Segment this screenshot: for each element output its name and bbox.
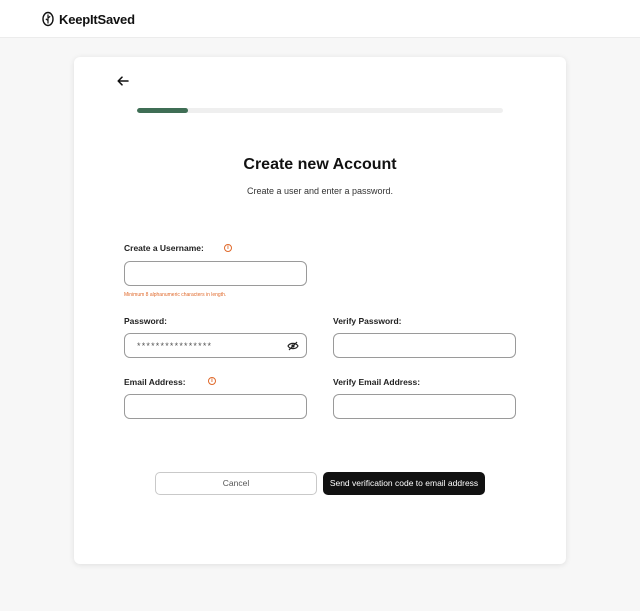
eye-slash-icon[interactable] [287, 341, 299, 351]
arrow-left-icon [117, 76, 129, 86]
password-label: Password: [124, 316, 167, 326]
progress-bar [137, 108, 503, 113]
password-field[interactable] [124, 333, 307, 358]
send-verification-button[interactable]: Send verification code to email address [323, 472, 485, 495]
verify-email-field[interactable] [333, 394, 516, 419]
cancel-button[interactable]: Cancel [155, 472, 317, 495]
verify-password-label: Verify Password: [333, 316, 402, 326]
email-input[interactable] [125, 395, 306, 418]
page-title: Create new Account [243, 156, 397, 173]
app-name: KeepItSaved [59, 11, 135, 27]
verify-password-input[interactable] [334, 334, 515, 357]
info-icon[interactable]: i [224, 244, 232, 252]
username-input[interactable] [125, 262, 306, 285]
back-button[interactable] [114, 73, 132, 89]
verify-email-input[interactable] [334, 395, 515, 418]
email-label: Email Address: [124, 377, 186, 387]
username-hint: Minimum 8 alphanumeric characters in len… [124, 292, 227, 298]
verify-password-field[interactable] [333, 333, 516, 358]
brand[interactable]: KeepItSaved [42, 11, 135, 27]
username-label: Create a Username: [124, 243, 204, 253]
info-icon[interactable]: i [208, 377, 216, 385]
username-field[interactable] [124, 261, 307, 286]
verify-email-label: Verify Email Address: [333, 377, 421, 387]
seed-leaf-icon [42, 11, 54, 27]
page-subtitle: Create a user and enter a password. [246, 186, 394, 196]
email-field[interactable] [124, 394, 307, 419]
password-input[interactable] [125, 334, 306, 357]
top-bar: KeepItSaved [0, 0, 640, 38]
progress-fill [137, 108, 189, 113]
signup-card: Create new Account Create a user and ent… [74, 57, 566, 564]
